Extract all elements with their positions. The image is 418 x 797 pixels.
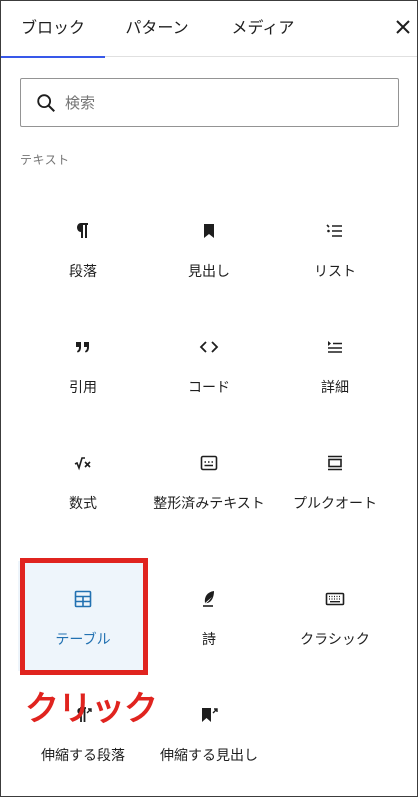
inserter-tabs: ブロック パターン メディア xyxy=(1,1,417,58)
fit-heading-icon xyxy=(197,703,221,727)
search-input[interactable] xyxy=(65,89,385,117)
block-inserter-panel: ブロック パターン メディア テキスト 段落 見出し xyxy=(0,0,418,797)
tab-blocks[interactable]: ブロック xyxy=(1,1,105,58)
highlight-box xyxy=(20,558,148,675)
heading-bookmark-icon xyxy=(197,219,221,243)
search-icon xyxy=(37,94,55,112)
math-icon xyxy=(71,451,95,475)
close-button[interactable] xyxy=(391,15,415,41)
search-field xyxy=(20,78,399,127)
preformatted-icon xyxy=(197,451,221,475)
keyboard-icon xyxy=(323,587,347,611)
tab-media[interactable]: メディア xyxy=(217,1,309,57)
quote-icon xyxy=(71,335,95,359)
category-heading: テキスト xyxy=(20,153,70,167)
code-icon xyxy=(197,335,221,359)
list-icon xyxy=(323,219,347,243)
click-annotation: クリック xyxy=(25,689,158,729)
pullquote-icon xyxy=(323,451,347,475)
close-icon xyxy=(396,20,410,34)
tab-patterns[interactable]: パターン xyxy=(111,1,203,57)
verse-feather-icon xyxy=(197,587,221,611)
details-icon xyxy=(323,335,347,359)
paragraph-icon xyxy=(71,219,95,243)
